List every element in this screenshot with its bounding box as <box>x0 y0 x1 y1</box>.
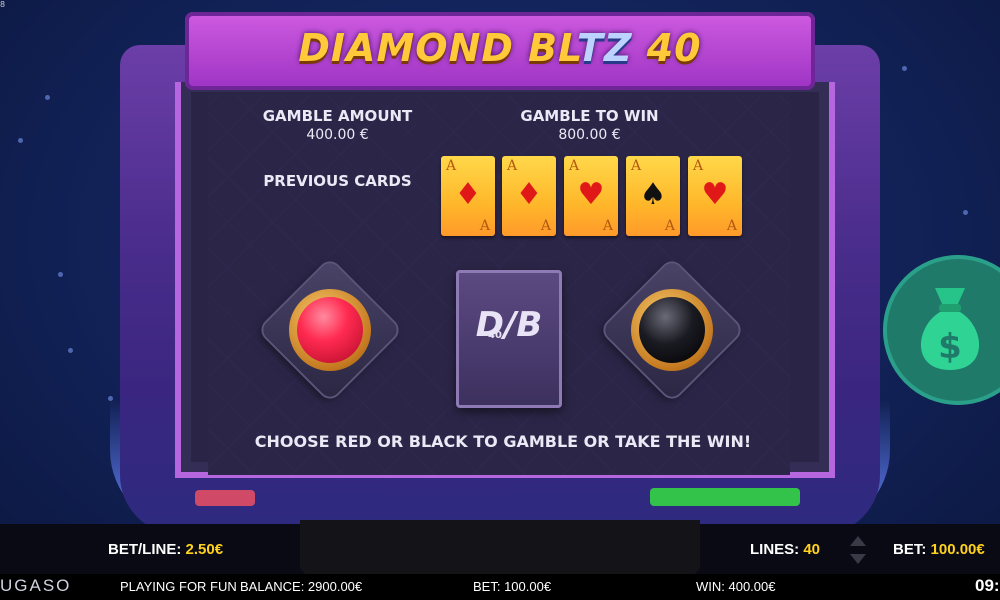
red-ball-icon <box>297 297 363 363</box>
logo-text-2: TZ <box>577 26 633 70</box>
previous-card: A ♥ A <box>564 156 618 236</box>
star <box>902 66 907 71</box>
card-rank: A <box>664 218 675 234</box>
star <box>18 138 23 143</box>
red-button[interactable] <box>289 289 371 371</box>
red-suit-icon: ♥ <box>577 177 605 212</box>
previous-card: A ♥ A <box>688 156 742 236</box>
lines-label: LINES: <box>750 541 800 558</box>
bet-adjust-arrows-icon[interactable] <box>848 534 868 566</box>
lines[interactable]: LINES: 40 <box>750 541 820 558</box>
total-bet[interactable]: BET: 100.00€ <box>893 541 985 558</box>
star <box>45 95 50 100</box>
logo-text-1: DIAMOND BL <box>298 26 578 70</box>
star <box>963 210 968 215</box>
control-bar-center <box>300 520 700 576</box>
bet-line-value: 2.50€ <box>185 541 224 558</box>
win-display: WIN: 400.00€ <box>696 579 776 594</box>
previous-card: A ♠ A <box>626 156 680 236</box>
play-mode: PLAYING FOR FUN <box>120 579 237 594</box>
bet-value: 100.00€ <box>930 541 985 558</box>
money-bag-icon: $ <box>920 288 980 370</box>
brand-logo: UGASO <box>0 576 72 595</box>
card-back-number: 40 <box>488 330 502 341</box>
card-rank: A <box>569 158 580 174</box>
gamble-to-win-value: 800.00 € <box>558 127 621 143</box>
lines-value: 40 <box>803 541 821 558</box>
card-rank: A <box>507 158 518 174</box>
black-ball-icon <box>639 297 705 363</box>
bet-line-label: BET/LINE: <box>108 541 182 558</box>
title-bar: DIAMOND BLTZ 40 <box>185 12 815 90</box>
red-suit-icon: ♥ <box>701 177 729 212</box>
bet-display: BET: 100.00€ <box>473 579 552 594</box>
game-logo: DIAMOND BLTZ 40 <box>185 26 815 70</box>
gamble-amount-label: GAMBLE AMOUNT <box>262 107 413 125</box>
card-rank: A <box>726 218 737 234</box>
previous-cards-label: PREVIOUS CARDS <box>263 172 412 190</box>
bet-label: BET: <box>893 541 927 558</box>
star <box>58 272 63 277</box>
balance-display: BALANCE: 2900.00€ <box>240 579 363 594</box>
logo-text-3: 40 <box>632 26 702 70</box>
card-rank: A <box>693 158 704 174</box>
card-rank: A <box>631 158 642 174</box>
face-down-card: D/B 40 <box>456 270 562 408</box>
gamble-instruction: CHOOSE RED OR BLACK TO GAMBLE OR TAKE TH… <box>254 432 752 451</box>
gamble-amount-value: 400.00 € <box>306 127 369 143</box>
svg-text:$: $ <box>938 327 962 367</box>
star <box>68 348 73 353</box>
card-back-logo: D/B <box>475 305 543 345</box>
red-suit-icon: ♦ <box>515 177 543 212</box>
card-rank: A <box>540 218 551 234</box>
red-suit-icon: ♦ <box>454 177 482 212</box>
cabinet-light-red <box>195 490 255 506</box>
card-rank: A <box>602 218 613 234</box>
card-rank: A <box>446 158 457 174</box>
corner-digit: 8 <box>0 0 6 9</box>
black-suit-icon: ♠ <box>639 177 667 212</box>
bet-per-line[interactable]: BET/LINE: 2.50€ <box>108 541 223 558</box>
black-button[interactable] <box>631 289 713 371</box>
clock: 09: <box>975 576 1000 595</box>
card-rank: A <box>479 218 490 234</box>
previous-card: A ♦ A <box>441 156 495 236</box>
cabinet-light-green <box>650 488 800 506</box>
previous-card: A ♦ A <box>502 156 556 236</box>
gamble-to-win-label: GAMBLE TO WIN <box>520 107 659 125</box>
